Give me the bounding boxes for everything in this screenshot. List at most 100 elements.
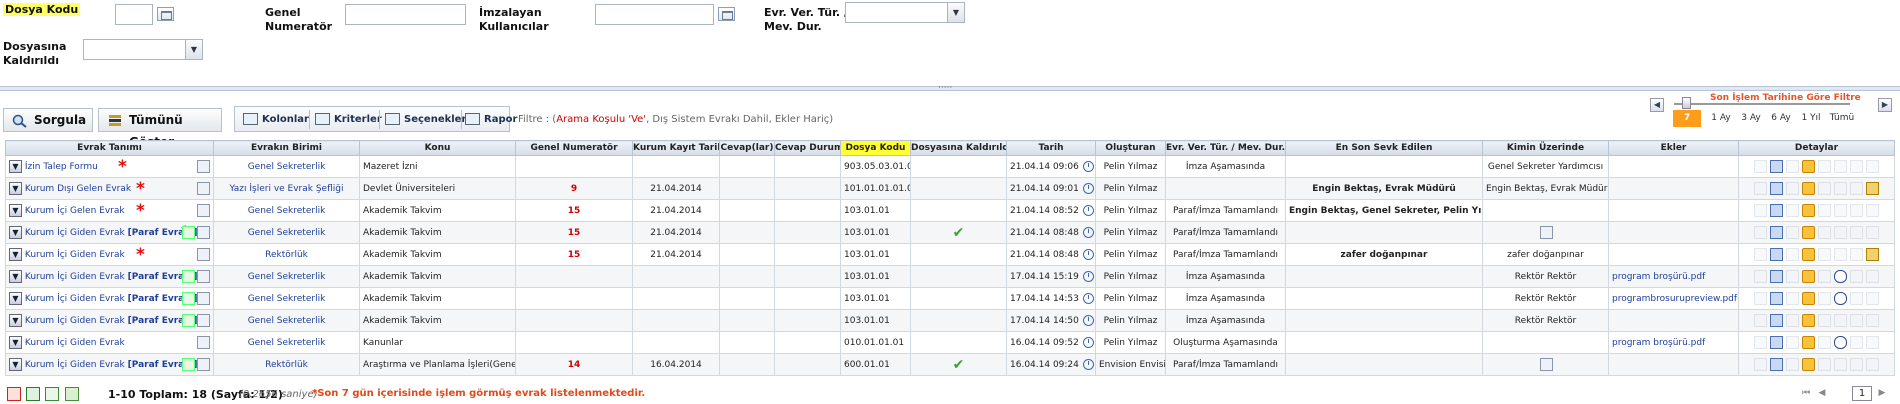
column-header[interactable]: Evrak Tanımı <box>5 140 214 156</box>
date-range-option[interactable]: 7 Gün <box>1673 110 1701 140</box>
expand-icon[interactable]: ▼ <box>9 160 22 173</box>
delivery-icon[interactable] <box>1866 182 1879 195</box>
column-header[interactable]: Cevap Durumu <box>774 140 841 156</box>
column-header[interactable]: Oluşturan <box>1095 140 1166 156</box>
ekler-cell[interactable] <box>1608 221 1739 244</box>
csv-export-icon[interactable] <box>45 387 59 401</box>
column-header[interactable]: Kurum Kayıt Tarihi <box>632 140 720 156</box>
splitter[interactable]: ····· <box>0 83 1900 93</box>
mail-icon[interactable] <box>1770 336 1783 349</box>
table-row[interactable]: ▼ İzin Talep Formu * Genel Sekreterlik Maze… <box>5 155 1895 178</box>
share-icon[interactable] <box>1850 182 1863 195</box>
share-icon[interactable] <box>1850 270 1863 283</box>
lock-icon[interactable] <box>1802 358 1815 371</box>
preview-icon[interactable] <box>197 292 210 305</box>
preview-icon[interactable] <box>197 314 210 327</box>
lock-icon[interactable] <box>1802 292 1815 305</box>
clock-icon[interactable] <box>1082 315 1094 326</box>
expand-icon[interactable]: ▼ <box>9 314 22 327</box>
paperclip-icon[interactable] <box>1834 336 1847 349</box>
birim-cell[interactable]: Genel Sekreterlik <box>213 265 360 288</box>
paperclip-icon[interactable] <box>1834 270 1847 283</box>
note-icon[interactable] <box>1786 204 1799 217</box>
note-icon[interactable] <box>1786 160 1799 173</box>
history-icon[interactable] <box>1754 248 1767 261</box>
copy-icon[interactable] <box>182 314 195 327</box>
key-icon[interactable] <box>1818 292 1831 305</box>
share-icon[interactable] <box>1850 314 1863 327</box>
note-icon[interactable] <box>1786 292 1799 305</box>
note-icon[interactable] <box>1786 314 1799 327</box>
history-icon[interactable] <box>1754 292 1767 305</box>
date-range-option[interactable]: 6 Ay <box>1767 110 1795 127</box>
delivery-icon[interactable] <box>1866 292 1879 305</box>
preview-icon[interactable] <box>197 160 210 173</box>
clock-icon[interactable] <box>1082 293 1094 304</box>
share-icon[interactable] <box>1850 358 1863 371</box>
clock-icon[interactable] <box>1082 359 1094 370</box>
share-icon[interactable] <box>1850 204 1863 217</box>
preview-icon[interactable] <box>197 226 210 239</box>
evrak-tanimi-link[interactable]: Kurum İçi Giden Evrak <box>25 272 128 282</box>
key-icon[interactable] <box>1818 358 1831 371</box>
key-icon[interactable] <box>1818 226 1831 239</box>
birim-cell[interactable]: Genel Sekreterlik <box>213 287 360 310</box>
share-icon[interactable] <box>1850 336 1863 349</box>
birim-cell[interactable]: Genel Sekreterlik <box>213 309 360 332</box>
evrak-tanimi-link[interactable]: Kurum İçi Giden Evrak <box>25 360 128 370</box>
birim-cell[interactable]: Genel Sekreterlik <box>213 199 360 222</box>
expand-icon[interactable]: ▼ <box>9 248 22 261</box>
tumunu-goster-button[interactable]: Tümünü Göster <box>98 108 222 149</box>
preview-icon[interactable] <box>197 358 210 371</box>
key-icon[interactable] <box>1818 314 1831 327</box>
splitter-handle[interactable]: ····· <box>938 83 952 93</box>
ekler-cell[interactable] <box>1608 353 1739 376</box>
column-header[interactable]: Tarih <box>1006 140 1096 156</box>
preview-icon[interactable] <box>197 336 210 349</box>
history-icon[interactable] <box>1754 314 1767 327</box>
expand-icon[interactable]: ▼ <box>9 358 22 371</box>
column-header[interactable]: Genel Numeratör <box>515 140 633 156</box>
paperclip-icon[interactable] <box>1834 248 1847 261</box>
slider-track[interactable] <box>1674 103 1850 105</box>
preview-icon[interactable] <box>197 204 210 217</box>
birim-cell[interactable]: Yazı İşleri ve Evrak Şefliği <box>213 177 360 200</box>
mail-icon[interactable] <box>1770 204 1783 217</box>
evrak-tanimi-link[interactable]: Kurum İçi Giden Evrak <box>25 228 128 238</box>
paperclip-icon[interactable] <box>1834 226 1847 239</box>
paperclip-icon[interactable] <box>1834 358 1847 371</box>
copy-icon[interactable] <box>182 270 195 283</box>
history-icon[interactable] <box>1754 270 1767 283</box>
date-range-option[interactable]: 1 Ay <box>1707 110 1735 127</box>
genel-numerator-input[interactable] <box>345 4 466 25</box>
key-icon[interactable] <box>1818 248 1831 261</box>
expand-icon[interactable]: ▼ <box>9 182 22 195</box>
ekler-cell[interactable] <box>1608 155 1739 178</box>
imzalayan-picker-icon[interactable] <box>718 7 735 21</box>
evrak-tanimi-link[interactable]: Kurum İçi Giden Evrak <box>25 316 128 326</box>
preview-icon[interactable] <box>197 182 210 195</box>
table-row[interactable]: ▼ Kurum İçi Giden Evrak [Paraf Evrakı] Ge… <box>5 287 1895 310</box>
clock-icon[interactable] <box>1082 205 1094 216</box>
ekler-cell[interactable]: program broşürü.pdf <box>1608 331 1739 354</box>
expand-icon[interactable]: ▼ <box>9 336 22 349</box>
paperclip-icon[interactable] <box>1834 314 1847 327</box>
birim-cell[interactable]: Rektörlük <box>213 353 360 376</box>
first-page-icon[interactable]: ⏮ <box>1800 387 1812 400</box>
delivery-icon[interactable] <box>1866 270 1879 283</box>
column-header[interactable]: Ekler <box>1608 140 1739 156</box>
delivery-icon[interactable] <box>1866 248 1879 261</box>
lock-icon[interactable] <box>1802 314 1815 327</box>
history-icon[interactable] <box>1754 226 1767 239</box>
secenekler-button[interactable]: Seçenekler <box>383 111 466 128</box>
excel-export-icon[interactable] <box>26 387 40 401</box>
mail-icon[interactable] <box>1770 314 1783 327</box>
column-header[interactable]: Dosya Kodu <box>840 140 911 156</box>
copy-icon[interactable] <box>182 292 195 305</box>
kolonlar-button[interactable]: Kolonlar <box>241 111 309 128</box>
ekler-cell[interactable] <box>1608 177 1739 200</box>
table-row[interactable]: ▼ Kurum İçi Giden Evrak [Paraf Evrakı] Ge… <box>5 309 1895 332</box>
history-icon[interactable] <box>1754 160 1767 173</box>
mail-icon[interactable] <box>1770 270 1783 283</box>
evrak-tanimi-link[interactable]: Kurum İçi Giden Evrak <box>25 294 128 304</box>
